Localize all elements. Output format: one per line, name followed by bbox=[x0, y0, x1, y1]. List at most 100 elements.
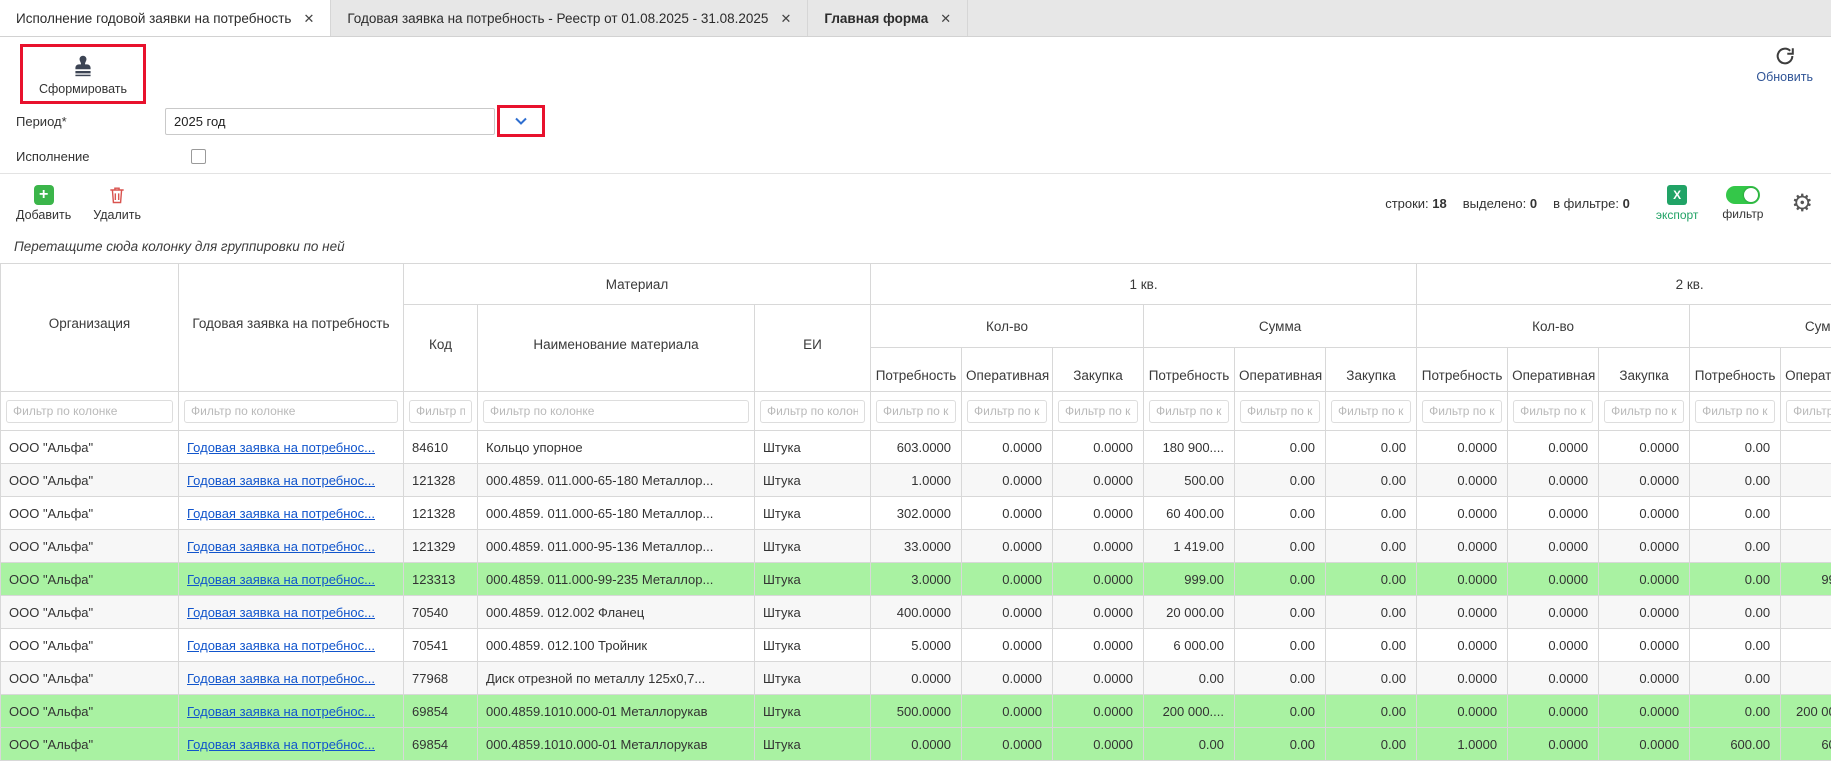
tab-execution[interactable]: Исполнение годовой заявки на потребность… bbox=[0, 0, 331, 36]
table-row[interactable]: ООО "Альфа"Годовая заявка на потребнос..… bbox=[1, 695, 1831, 728]
filter-input[interactable] bbox=[876, 400, 956, 423]
request-link[interactable]: Годовая заявка на потребнос... bbox=[187, 506, 375, 521]
filter-input[interactable] bbox=[1604, 400, 1684, 423]
cell-value: 0.0000 bbox=[1053, 530, 1144, 563]
cell-request: Годовая заявка на потребнос... bbox=[179, 728, 404, 761]
request-link[interactable]: Годовая заявка на потребнос... bbox=[187, 605, 375, 620]
cell-material-name: 000.4859. 011.000-99-235 Металлор... bbox=[478, 563, 755, 596]
tab-bar: Исполнение годовой заявки на потребность… bbox=[0, 0, 1831, 37]
cell-value: 0.00 bbox=[1690, 596, 1781, 629]
toggle-icon[interactable] bbox=[1726, 186, 1760, 204]
tab-registry[interactable]: Годовая заявка на потребность - Реестр о… bbox=[331, 0, 808, 36]
table-row[interactable]: ООО "Альфа"Годовая заявка на потребнос..… bbox=[1, 728, 1831, 761]
col-header-org[interactable]: Организация bbox=[1, 264, 179, 392]
filter-cell bbox=[1, 392, 179, 431]
col-header-name[interactable]: Наименование материала bbox=[478, 305, 755, 392]
filter-input[interactable] bbox=[1240, 400, 1320, 423]
cell-value: 0.00 bbox=[1144, 728, 1235, 761]
filter-input[interactable] bbox=[409, 400, 472, 423]
request-link[interactable]: Годовая заявка на потребнос... bbox=[187, 572, 375, 587]
request-link[interactable]: Годовая заявка на потребнос... bbox=[187, 473, 375, 488]
cell-value: 400.0000 bbox=[871, 596, 962, 629]
request-link[interactable]: Годовая заявка на потребнос... bbox=[187, 539, 375, 554]
table-row[interactable]: ООО "Альфа"Годовая заявка на потребнос..… bbox=[1, 662, 1831, 695]
generate-button[interactable]: Сформировать bbox=[39, 53, 127, 96]
cell-value: 0.0000 bbox=[1508, 530, 1599, 563]
cell-value: 0.0000 bbox=[1417, 662, 1508, 695]
col-header-unit[interactable]: ЕИ bbox=[755, 305, 871, 392]
top-toolbar: Сформировать Обновить bbox=[0, 37, 1831, 103]
request-link[interactable]: Годовая заявка на потребнос... bbox=[187, 704, 375, 719]
cell-value: 0.00 bbox=[1690, 530, 1781, 563]
close-icon[interactable]: ✕ bbox=[780, 12, 791, 25]
filter-input[interactable] bbox=[184, 400, 398, 423]
col-header-need[interactable]: Потребность bbox=[871, 348, 962, 392]
request-link[interactable]: Годовая заявка на потребнос... bbox=[187, 440, 375, 455]
close-icon[interactable]: ✕ bbox=[940, 12, 951, 25]
col-header-need[interactable]: Потребность bbox=[1144, 348, 1235, 392]
col-header-operative[interactable]: Оперативная bbox=[1508, 348, 1599, 392]
close-icon[interactable]: ✕ bbox=[303, 12, 314, 25]
request-link[interactable]: Годовая заявка на потребнос... bbox=[187, 737, 375, 752]
filter-input[interactable] bbox=[1422, 400, 1502, 423]
tab-label: Исполнение годовой заявки на потребность bbox=[16, 11, 291, 26]
request-link[interactable]: Годовая заявка на потребнос... bbox=[187, 671, 375, 686]
cell-value: 0.00 bbox=[1690, 563, 1781, 596]
filter-input[interactable] bbox=[1331, 400, 1411, 423]
filter-cell bbox=[1326, 392, 1417, 431]
group-by-hint[interactable]: Перетащите сюда колонку для группировки … bbox=[0, 231, 1831, 263]
cell-organization: ООО "Альфа" bbox=[1, 431, 179, 464]
cell-value: 0.00 bbox=[1781, 431, 1831, 464]
export-button-label: экспорт bbox=[1656, 208, 1699, 222]
period-label: Период* bbox=[16, 114, 165, 129]
cell-material-name: 000.4859.1010.000-01 Металлорукав bbox=[478, 695, 755, 728]
filter-cell bbox=[962, 392, 1053, 431]
export-button[interactable]: X экспорт bbox=[1656, 185, 1699, 222]
filter-input[interactable] bbox=[1058, 400, 1138, 423]
grid-toolbar: + Добавить Удалить строки: 18 выделено: … bbox=[0, 173, 1831, 231]
cell-value: 0.0000 bbox=[962, 431, 1053, 464]
gear-icon[interactable]: ⚙ bbox=[1791, 192, 1813, 216]
cell-value: 200 000.... bbox=[1144, 695, 1235, 728]
period-input[interactable] bbox=[165, 108, 495, 135]
table-row[interactable]: ООО "Альфа"Годовая заявка на потребнос..… bbox=[1, 464, 1831, 497]
col-header-operative[interactable]: Оперативная bbox=[1781, 348, 1831, 392]
request-link[interactable]: Годовая заявка на потребнос... bbox=[187, 638, 375, 653]
execution-checkbox[interactable] bbox=[191, 149, 206, 164]
cell-value: 0.00 bbox=[1690, 431, 1781, 464]
col-header-purchase[interactable]: Закупка bbox=[1599, 348, 1690, 392]
cell-value: 33.0000 bbox=[871, 530, 962, 563]
delete-button[interactable]: Удалить bbox=[93, 185, 141, 222]
col-header-operative[interactable]: Оперативная bbox=[1235, 348, 1326, 392]
subgroup-header-sum: Сумма bbox=[1690, 305, 1831, 348]
filter-input[interactable] bbox=[967, 400, 1047, 423]
add-button[interactable]: + Добавить bbox=[16, 185, 71, 222]
col-header-request[interactable]: Годовая заявка на потребность bbox=[179, 264, 404, 392]
col-header-operative[interactable]: Оперативная bbox=[962, 348, 1053, 392]
table-row[interactable]: ООО "Альфа"Годовая заявка на потребнос..… bbox=[1, 563, 1831, 596]
col-header-need[interactable]: Потребность bbox=[1417, 348, 1508, 392]
table-row[interactable]: ООО "Альфа" Годовая заявка на потребнос..… bbox=[1, 431, 1831, 464]
filter-input[interactable] bbox=[483, 400, 749, 423]
filter-input[interactable] bbox=[1695, 400, 1775, 423]
col-header-purchase[interactable]: Закупка bbox=[1326, 348, 1417, 392]
tab-main-form[interactable]: Главная форма ✕ bbox=[808, 0, 968, 36]
filter-input[interactable] bbox=[1786, 400, 1831, 423]
delete-button-label: Удалить bbox=[93, 208, 141, 222]
col-header-purchase[interactable]: Закупка bbox=[1053, 348, 1144, 392]
table-row[interactable]: ООО "Альфа"Годовая заявка на потребнос..… bbox=[1, 497, 1831, 530]
table-row[interactable]: ООО "Альфа"Годовая заявка на потребнос..… bbox=[1, 530, 1831, 563]
col-header-need[interactable]: Потребность bbox=[1690, 348, 1781, 392]
filter-toggle[interactable]: фильтр bbox=[1722, 186, 1763, 221]
filter-input[interactable] bbox=[1513, 400, 1593, 423]
filter-input[interactable] bbox=[6, 400, 173, 423]
table-row[interactable]: ООО "Альфа"Годовая заявка на потребнос..… bbox=[1, 596, 1831, 629]
table-row[interactable]: ООО "Альфа"Годовая заявка на потребнос..… bbox=[1, 629, 1831, 662]
filter-input[interactable] bbox=[760, 400, 865, 423]
cell-value: 0.0000 bbox=[1599, 530, 1690, 563]
filter-input[interactable] bbox=[1149, 400, 1229, 423]
chevron-down-icon[interactable] bbox=[513, 113, 529, 129]
cell-value: 0.00 bbox=[1235, 464, 1326, 497]
refresh-button[interactable]: Обновить bbox=[1756, 45, 1813, 84]
col-header-code[interactable]: Код bbox=[404, 305, 478, 392]
